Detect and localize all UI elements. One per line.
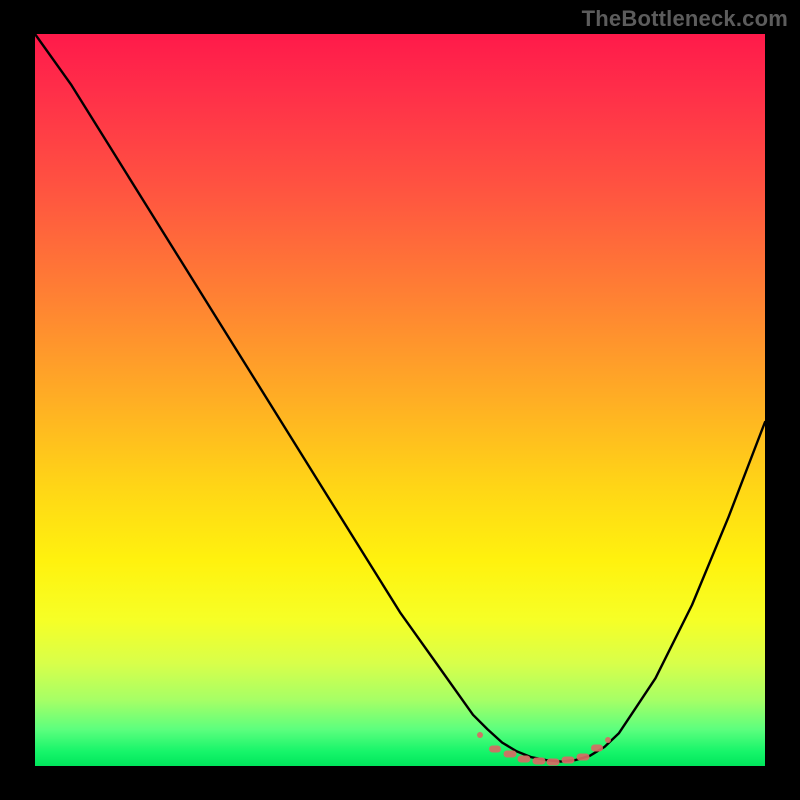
optimal-marker (591, 745, 603, 752)
optimal-marker (576, 753, 589, 760)
bottleneck-curve (35, 34, 765, 766)
chart-frame: TheBottleneck.com (0, 0, 800, 800)
plot-area (35, 34, 765, 766)
optimal-marker (503, 751, 516, 758)
optimal-marker (489, 746, 501, 753)
optimal-marker (477, 732, 483, 738)
optimal-marker (532, 757, 545, 764)
optimal-marker (561, 757, 574, 764)
optimal-marker (518, 755, 531, 762)
optimal-marker (547, 758, 560, 765)
watermark-text: TheBottleneck.com (582, 6, 788, 32)
optimal-marker (605, 737, 611, 743)
